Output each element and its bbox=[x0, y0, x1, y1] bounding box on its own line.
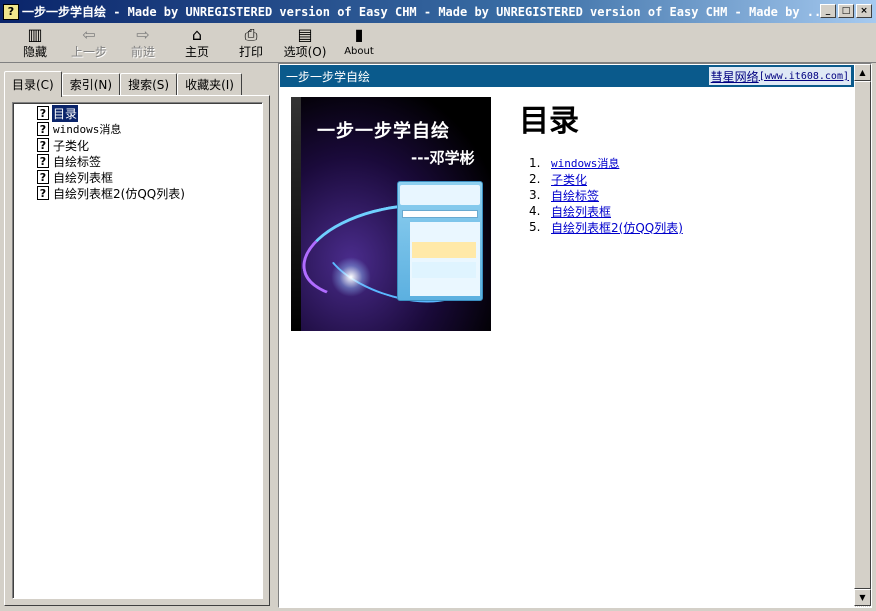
toc-link[interactable]: 自绘列表框 bbox=[551, 203, 611, 220]
toc-number: 3. bbox=[529, 188, 541, 202]
tree-item-label: 目录 bbox=[50, 103, 80, 123]
home-button[interactable]: ⌂ 主页 bbox=[170, 23, 224, 62]
contents-tab-pane: ? 目录 ? windows消息 ? 子类化 ? 自绘标签 ? 自绘列表框 ? … bbox=[4, 95, 270, 606]
qq-search bbox=[402, 210, 478, 218]
scroll-up-button[interactable]: ▲ bbox=[854, 64, 871, 81]
tree-item[interactable]: ? 自绘列表框 bbox=[37, 169, 186, 185]
toc-link[interactable]: 子类化 bbox=[551, 171, 587, 188]
help-topic-icon: ? bbox=[37, 138, 49, 152]
cover-title: 一步一步学自绘 bbox=[317, 121, 450, 142]
scroll-thumb[interactable] bbox=[854, 81, 871, 589]
options-icon: ▤ bbox=[297, 25, 313, 44]
forward-arrow-icon: ⇨ bbox=[136, 25, 150, 44]
print-button[interactable]: ⎙ 打印 bbox=[224, 23, 278, 62]
cover-spine bbox=[291, 97, 301, 331]
tree-item[interactable]: ? 目录 bbox=[37, 103, 186, 123]
toc-item: 3. 自绘标签 bbox=[529, 187, 683, 203]
maximize-button[interactable]: □ bbox=[838, 4, 854, 18]
help-topic-icon: ? bbox=[37, 186, 49, 200]
hide-button[interactable]: ▥ 隐藏 bbox=[8, 23, 62, 62]
banner-site-name: 彗星网络 bbox=[710, 69, 759, 84]
toc-link[interactable]: windows消息 bbox=[551, 155, 619, 171]
help-topic-icon: ? bbox=[37, 154, 49, 168]
navigation-pane: 目录(C) 索引(N) 搜索(S) 收藏夹(I) ? 目录 ? windows消… bbox=[4, 66, 270, 606]
hide-pane-icon: ▥ bbox=[27, 25, 43, 44]
toc-item: 4. 自绘列表框 bbox=[529, 203, 683, 219]
qq-window-illustration bbox=[397, 181, 483, 301]
page-banner: 一步一步学自绘 彗星网络 [www.it608.com] bbox=[280, 65, 855, 87]
hide-label: 隐藏 bbox=[22, 45, 47, 59]
window-controls: _ □ × bbox=[820, 4, 872, 18]
home-icon: ⌂ bbox=[191, 25, 203, 44]
options-button[interactable]: ▤ 选项(O) bbox=[278, 23, 332, 62]
cover-author: ---邓学彬 bbox=[411, 149, 475, 167]
banner-site-url: [www.it608.com] bbox=[758, 70, 849, 82]
help-topic-icon: ? bbox=[37, 170, 49, 184]
scroll-down-button[interactable]: ▼ bbox=[854, 589, 871, 606]
tree-item[interactable]: ? 自绘列表框2(仿QQ列表) bbox=[37, 185, 186, 201]
vertical-scrollbar[interactable]: ▲ ▼ bbox=[854, 64, 871, 607]
options-label: 选项(O) bbox=[283, 45, 327, 59]
tab-contents[interactable]: 目录(C) bbox=[4, 71, 62, 97]
toc-item: 5. 自绘列表框2(仿QQ列表) bbox=[529, 219, 683, 235]
qq-list bbox=[410, 222, 480, 296]
toc-number: 5. bbox=[529, 220, 541, 234]
tree-item-label: 自绘标签 bbox=[53, 154, 102, 169]
app-icon[interactable]: ? bbox=[3, 3, 19, 20]
about-button[interactable]: ▮ About bbox=[332, 23, 386, 62]
cover-glow bbox=[331, 257, 371, 297]
content-pane: 一步一步学自绘 彗星网络 [www.it608.com] 一步一步学自绘 ---… bbox=[278, 63, 872, 608]
qq-row bbox=[412, 242, 476, 258]
nav-tabs: 目录(C) 索引(N) 搜索(S) 收藏夹(I) bbox=[4, 71, 242, 97]
toc-link[interactable]: 自绘标签 bbox=[551, 187, 599, 204]
tree-item-label: 自绘列表框 bbox=[53, 170, 114, 185]
back-label: 上一步 bbox=[70, 45, 107, 59]
toc-link[interactable]: 自绘列表框2(仿QQ列表) bbox=[551, 219, 683, 236]
toc-item: 2. 子类化 bbox=[529, 171, 683, 187]
window-title: 一步一步学自绘 - Made by UNREGISTERED version o… bbox=[22, 5, 829, 19]
toc-number: 2. bbox=[529, 172, 541, 186]
tab-favorites[interactable]: 收藏夹(I) bbox=[177, 73, 242, 95]
tree-item[interactable]: ? 自绘标签 bbox=[37, 153, 186, 169]
tree-item-label: windows消息 bbox=[53, 123, 122, 136]
tree-item[interactable]: ? windows消息 bbox=[37, 121, 186, 137]
toolbar: ▥ 隐藏 ⇦ 上一步 ⇨ 前进 ⌂ 主页 ⎙ 打印 ▤ 选项(O) ▮ Abou… bbox=[0, 23, 876, 63]
back-button[interactable]: ⇦ 上一步 bbox=[62, 23, 116, 62]
forward-label: 前进 bbox=[130, 45, 155, 59]
title-bar: ? 一步一步学自绘 - Made by UNREGISTERED version… bbox=[0, 0, 876, 23]
toc-number: 1. bbox=[529, 156, 541, 170]
tree-item[interactable]: ? 子类化 bbox=[37, 137, 186, 153]
about-label: About bbox=[344, 46, 374, 57]
tab-search[interactable]: 搜索(S) bbox=[120, 73, 178, 95]
qq-header bbox=[400, 185, 480, 205]
printer-icon: ⎙ bbox=[244, 25, 258, 44]
back-arrow-icon: ⇦ bbox=[82, 25, 96, 44]
home-label: 主页 bbox=[184, 45, 209, 59]
toc-item: 1. windows消息 bbox=[529, 155, 683, 171]
tab-index[interactable]: 索引(N) bbox=[61, 73, 121, 95]
minimize-button[interactable]: _ bbox=[820, 4, 836, 18]
banner-title: 一步一步学自绘 bbox=[286, 69, 371, 84]
page-heading: 目录 bbox=[519, 104, 579, 139]
tree-item-label: 自绘列表框2(仿QQ列表) bbox=[53, 186, 185, 201]
help-topic-icon: ? bbox=[37, 106, 49, 120]
qq-row bbox=[412, 262, 476, 278]
about-icon: ▮ bbox=[354, 25, 364, 44]
print-label: 打印 bbox=[238, 45, 263, 59]
tree-list: ? 目录 ? windows消息 ? 子类化 ? 自绘标签 ? 自绘列表框 ? … bbox=[37, 103, 186, 201]
toc-list: 1. windows消息 2. 子类化 3. 自绘标签 4. 自绘列表框 5. … bbox=[529, 155, 683, 235]
pane-splitter[interactable] bbox=[272, 64, 277, 611]
tree-item-label: 子类化 bbox=[53, 138, 90, 153]
close-button[interactable]: × bbox=[856, 4, 872, 18]
help-topic-icon: ? bbox=[37, 122, 49, 136]
contents-tree: ? 目录 ? windows消息 ? 子类化 ? 自绘标签 ? 自绘列表框 ? … bbox=[12, 102, 263, 599]
forward-button[interactable]: ⇨ 前进 bbox=[116, 23, 170, 62]
book-cover-image: 一步一步学自绘 ---邓学彬 bbox=[291, 97, 491, 331]
toc-number: 4. bbox=[529, 204, 541, 218]
banner-site-link[interactable]: 彗星网络 [www.it608.com] bbox=[708, 67, 851, 85]
